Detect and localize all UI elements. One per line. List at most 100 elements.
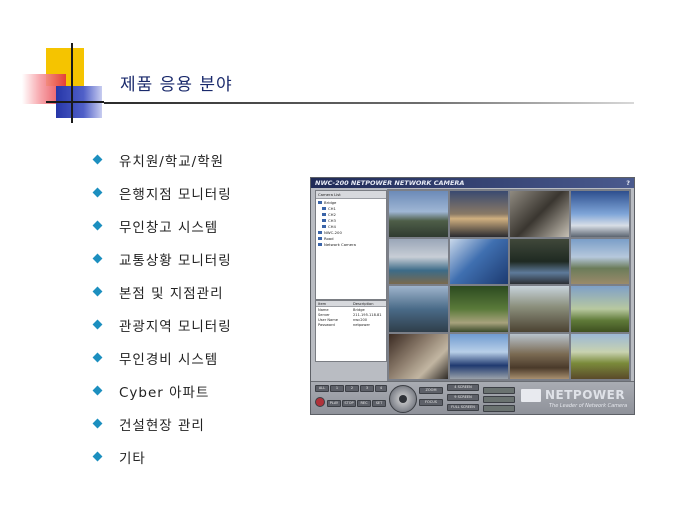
tree-item-label: CH3 xyxy=(328,217,336,223)
camera-view[interactable] xyxy=(449,333,508,379)
camera-view[interactable] xyxy=(510,286,569,332)
tree-item-label: Bridge xyxy=(324,199,337,205)
folder-icon xyxy=(318,230,322,234)
list-item: 건설현장 관리 xyxy=(92,414,232,447)
camera-view[interactable] xyxy=(389,286,448,332)
list-item-label: 무인창고 시스템 xyxy=(119,220,219,236)
camera-view[interactable] xyxy=(449,191,508,237)
zoom-button[interactable]: ZOOM xyxy=(419,387,443,394)
camera-view[interactable] xyxy=(449,286,508,332)
camera-icon xyxy=(322,212,326,216)
channel-button[interactable]: 1 xyxy=(330,385,344,392)
4-screen-button[interactable]: 4 SCREEN xyxy=(447,384,479,391)
brand-tagline: The Leader of Network Camera xyxy=(549,403,628,409)
camera-software-screenshot: NWC-200 NETPOWER NETWORK CAMERA ? Camera… xyxy=(310,177,635,415)
bullet-diamond-icon xyxy=(92,319,103,330)
list-item: 무인창고 시스템 xyxy=(92,216,232,249)
list-item-label: 교통상황 모니터링 xyxy=(119,253,232,269)
tree-item-label: Network Camera xyxy=(324,241,356,247)
decor-cross-line xyxy=(46,101,104,103)
camera-view[interactable] xyxy=(510,333,569,379)
list-item: 무인경비 시스템 xyxy=(92,348,232,381)
stop-button[interactable]: STOP xyxy=(342,400,356,407)
list-item-label: 관광지역 모니터링 xyxy=(119,319,232,335)
full-screen-button[interactable]: FULL SCREEN xyxy=(447,404,479,411)
camera-view[interactable] xyxy=(510,238,569,284)
channel-button[interactable]: 3 xyxy=(360,385,374,392)
list-item: 은행지점 모니터링 xyxy=(92,183,232,216)
camera-view[interactable] xyxy=(570,238,629,284)
list-item-label: 기타 xyxy=(119,451,146,467)
record-icon[interactable] xyxy=(315,397,325,407)
list-item: 유치원/학교/학원 xyxy=(92,150,232,183)
camera-icon xyxy=(322,224,326,228)
help-button[interactable]: ? xyxy=(626,178,630,188)
channel-button[interactable]: 4 xyxy=(375,385,387,392)
rec-button[interactable]: REC xyxy=(357,400,371,407)
tree-item[interactable]: Network Camera xyxy=(316,241,386,247)
control-panel: ALL 1 2 3 4 PLAY STOP REC SET ZOOM FOCUS… xyxy=(311,381,634,414)
list-item-label: 본점 및 지점관리 xyxy=(119,286,224,302)
folder-icon xyxy=(318,236,322,240)
9-screen-button[interactable]: 9 SCREEN xyxy=(447,394,479,401)
layout-button[interactable] xyxy=(483,387,515,394)
list-item: 교통상황 모니터링 xyxy=(92,249,232,282)
layout-button[interactable] xyxy=(483,396,515,403)
tree-item-label: NWC-200 xyxy=(324,229,342,235)
list-item-label: 건설현장 관리 xyxy=(119,418,205,434)
brand-name: NETPOWER xyxy=(545,388,626,402)
info-row: Password netpower xyxy=(316,322,386,327)
list-item-label: 은행지점 모니터링 xyxy=(119,187,232,203)
camera-view[interactable] xyxy=(570,286,629,332)
bullet-diamond-icon xyxy=(92,220,103,231)
info-column-header: Description xyxy=(353,301,374,306)
tree-item-label: CH4 xyxy=(328,223,336,229)
list-item: 본점 및 지점관리 xyxy=(92,282,232,315)
tree-item-label: Road xyxy=(324,235,334,241)
slide-title: 제품 응용 분야 xyxy=(120,75,233,95)
tree-item-label: CH2 xyxy=(328,211,336,217)
tree-header: Camera List xyxy=(316,191,386,199)
bullet-diamond-icon xyxy=(92,451,103,462)
joystick-center xyxy=(399,395,407,403)
camera-video-grid xyxy=(387,189,631,381)
camera-view[interactable] xyxy=(510,191,569,237)
set-button[interactable]: SET xyxy=(372,400,386,407)
folder-icon xyxy=(318,242,322,246)
bullet-diamond-icon xyxy=(92,154,103,165)
bullet-diamond-icon xyxy=(92,385,103,396)
layout-button[interactable] xyxy=(483,405,515,412)
bullet-diamond-icon xyxy=(92,352,103,363)
focus-button[interactable]: FOCUS xyxy=(419,399,443,406)
list-item: 관광지역 모니터링 xyxy=(92,315,232,348)
camera-view[interactable] xyxy=(570,333,629,379)
app-title-bar: NWC-200 NETPOWER NETWORK CAMERA ? xyxy=(311,178,634,188)
decor-vertical-line xyxy=(71,43,73,123)
camera-view[interactable] xyxy=(389,191,448,237)
camera-tree-panel: Camera List Bridge CH1 CH2 CH3 CH4 NWC-2… xyxy=(315,190,387,300)
camera-view[interactable] xyxy=(449,238,508,284)
info-key: Password xyxy=(318,322,335,327)
application-list: 유치원/학교/학원 은행지점 모니터링 무인창고 시스템 교통상황 모니터링 본… xyxy=(92,150,232,480)
tree-item-label: CH1 xyxy=(328,205,336,211)
list-item-label: 유치원/학교/학원 xyxy=(119,154,225,170)
list-item: Cyber 아파트 xyxy=(92,381,232,414)
bullet-diamond-icon xyxy=(92,187,103,198)
camera-icon xyxy=(322,206,326,210)
brand-logo: NETPOWER The Leader of Network Camera xyxy=(521,386,631,411)
bullet-diamond-icon xyxy=(92,253,103,264)
camera-view[interactable] xyxy=(389,238,448,284)
info-column-header: Item xyxy=(318,301,327,306)
camera-view[interactable] xyxy=(570,191,629,237)
play-button[interactable]: PLAY xyxy=(327,400,341,407)
ptz-joystick[interactable] xyxy=(389,385,417,413)
channel-button[interactable]: 2 xyxy=(345,385,359,392)
camera-info-panel: Item Description Name Bridge Server 211.19… xyxy=(315,300,387,362)
app-title: NWC-200 NETPOWER NETWORK CAMERA xyxy=(315,179,465,187)
title-underline xyxy=(104,102,634,104)
bullet-diamond-icon xyxy=(92,418,103,429)
bullet-diamond-icon xyxy=(92,286,103,297)
list-item-label: Cyber 아파트 xyxy=(119,385,210,401)
camera-view[interactable] xyxy=(389,333,448,379)
channel-button[interactable]: ALL xyxy=(315,385,329,392)
